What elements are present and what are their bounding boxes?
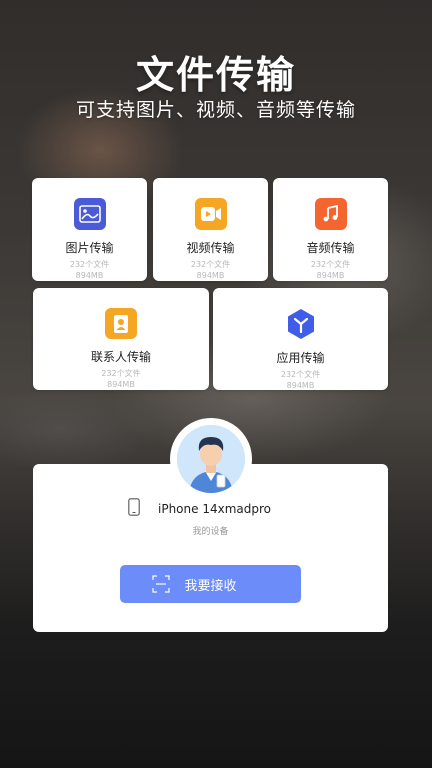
category-meta: 232个文件 894MB (191, 259, 230, 281)
category-label: 联系人传输 (90, 350, 151, 364)
category-meta: 232个文件 894MB (311, 259, 350, 281)
category-meta: 232个文件 894MB (101, 368, 140, 390)
file-size: 894MB (316, 271, 345, 280)
file-size: 894MB (196, 271, 225, 280)
category-card-apps[interactable]: 应用传输 232个文件 894MB (213, 288, 388, 390)
file-size: 894MB (107, 380, 135, 389)
receive-button[interactable]: 我要接收 (120, 565, 301, 603)
scan-icon (152, 575, 170, 597)
category-label: 视频传输 (186, 241, 235, 255)
page-title: 文件传输 (135, 53, 296, 97)
device-subtitle: 我的设备 (192, 527, 229, 537)
file-count: 232个文件 (280, 370, 321, 379)
category-card-audio[interactable]: 音频传输 232个文件 894MB (273, 178, 388, 281)
file-count: 232个文件 (310, 260, 351, 269)
user-avatar-illustration (177, 425, 245, 493)
contact-icon (105, 308, 137, 339)
file-count: 232个文件 (101, 369, 141, 378)
file-size: 894MB (286, 381, 315, 390)
app-icon (285, 308, 317, 340)
category-card-contacts[interactable]: 联系人传输 232个文件 894MB (33, 288, 209, 390)
file-count: 232个文件 (190, 260, 231, 269)
category-label: 应用传输 (276, 351, 325, 365)
category-card-images[interactable]: 图片传输 232个文件 894MB (32, 178, 147, 281)
category-label: 图片传输 (65, 241, 114, 255)
category-card-videos[interactable]: 视频传输 232个文件 894MB (153, 178, 268, 281)
avatar (170, 418, 252, 500)
device-name: iPhone 14xmadpro (158, 502, 271, 516)
category-meta: 232个文件 894MB (281, 369, 320, 391)
device-row: iPhone 14xmadpro (128, 498, 271, 520)
category-label: 音频传输 (306, 241, 355, 255)
phone-icon (128, 498, 140, 520)
video-icon (194, 198, 227, 230)
file-count: 232个文件 (69, 260, 110, 269)
music-icon (314, 198, 347, 230)
category-meta: 232个文件 894MB (70, 259, 109, 281)
file-size: 894MB (75, 271, 104, 280)
page-subtitle: 可支持图片、视频、音频等传输 (75, 99, 356, 121)
receive-button-label: 我要接收 (184, 578, 237, 594)
image-icon (73, 198, 106, 230)
